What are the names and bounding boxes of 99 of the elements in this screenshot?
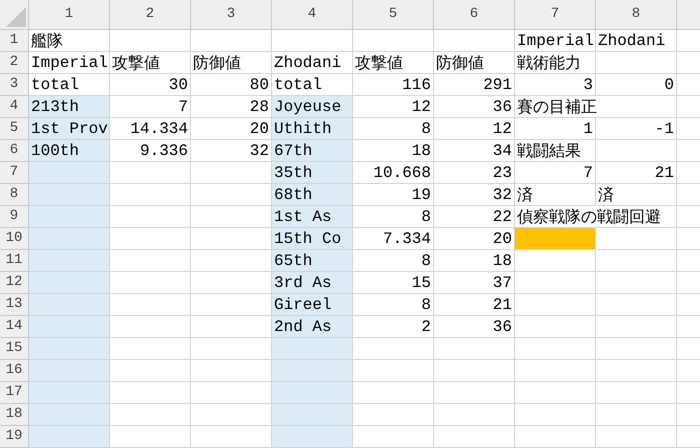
row-header[interactable]: 18 — [0, 404, 29, 426]
table-cell: total — [29, 74, 110, 96]
table-cell: 18 — [434, 250, 515, 272]
table-cell: 20 — [191, 118, 272, 140]
row-header[interactable]: 15 — [0, 338, 29, 360]
row-header[interactable]: 14 — [0, 316, 29, 338]
table-cell: 済 — [596, 184, 677, 206]
table-cell: 1st Prov — [29, 118, 110, 140]
table-cell: 8 — [353, 294, 434, 316]
table-cell: 67th — [272, 140, 353, 162]
row-header[interactable]: 4 — [0, 96, 29, 118]
table-cell: 36 — [434, 96, 515, 118]
table-cell: 291 — [434, 74, 515, 96]
table-cell: 28 — [191, 96, 272, 118]
table-cell: 12 — [434, 118, 515, 140]
table-cell: 3rd As — [272, 272, 353, 294]
table-cell: 18 — [353, 140, 434, 162]
row-header[interactable]: 10 — [0, 228, 29, 250]
table-cell: 戦闘結果 — [515, 140, 596, 162]
table-cell: 攻撃値 — [353, 52, 434, 74]
row-header[interactable]: 1 — [0, 30, 29, 52]
table-cell: Gireel — [272, 294, 353, 316]
table-cell: 艦隊 — [29, 30, 110, 52]
table-cell: Zhodani — [272, 52, 353, 74]
table-cell: 7.334 — [353, 228, 434, 250]
table-cell: 68th — [272, 184, 353, 206]
table-cell: total — [272, 74, 353, 96]
column-header[interactable]: 5 — [353, 0, 434, 30]
column-header[interactable]: 4 — [272, 0, 353, 30]
row-header[interactable]: 7 — [0, 162, 29, 184]
table-cell: 14.334 — [110, 118, 191, 140]
table-cell: 防御値 — [434, 52, 515, 74]
column-header[interactable] — [677, 0, 700, 30]
table-cell: 15 — [353, 272, 434, 294]
table-cell: 65th — [272, 250, 353, 272]
table-cell: 10.668 — [353, 162, 434, 184]
column-header[interactable]: 6 — [434, 0, 515, 30]
table-cell: 34 — [434, 140, 515, 162]
table-cell: 8 — [353, 118, 434, 140]
table-cell: 9.336 — [110, 140, 191, 162]
row-header[interactable]: 19 — [0, 426, 29, 448]
table-cell: 戦術能力 — [515, 52, 596, 74]
row-header[interactable]: 3 — [0, 74, 29, 96]
table-cell: Uthith — [272, 118, 353, 140]
table-cell: 80 — [191, 74, 272, 96]
table-cell: 32 — [191, 140, 272, 162]
table-cell: 7 — [515, 162, 596, 184]
row-header[interactable]: 9 — [0, 206, 29, 228]
table-cell: 2 — [353, 316, 434, 338]
table-cell: 32 — [434, 184, 515, 206]
table-cell: 2nd As — [272, 316, 353, 338]
column-header[interactable]: 3 — [191, 0, 272, 30]
row-header[interactable]: 11 — [0, 250, 29, 272]
table-cell: 21 — [434, 294, 515, 316]
table-cell: 20 — [434, 228, 515, 250]
table-cell: 36 — [434, 316, 515, 338]
row-header[interactable]: 8 — [0, 184, 29, 206]
select-all-icon[interactable] — [6, 7, 26, 27]
table-cell: Joyeuse — [272, 96, 353, 118]
row-header[interactable]: 12 — [0, 272, 29, 294]
table-cell: 213th — [29, 96, 110, 118]
table-cell: 攻撃値 — [110, 52, 191, 74]
table-cell: 1st As — [272, 206, 353, 228]
table-cell: 30 — [110, 74, 191, 96]
table-cell: 偵察戦隊の戦闘回避 — [515, 206, 677, 228]
row-header[interactable]: 16 — [0, 360, 29, 382]
row-header[interactable]: 2 — [0, 52, 29, 74]
table-cell: 23 — [434, 162, 515, 184]
table-cell: Zhodani — [596, 30, 677, 52]
table-cell: 100th — [29, 140, 110, 162]
table-cell: 37 — [434, 272, 515, 294]
table-cell: 12 — [353, 96, 434, 118]
row-header[interactable]: 5 — [0, 118, 29, 140]
table-cell: 22 — [434, 206, 515, 228]
table-cell: 116 — [353, 74, 434, 96]
table-cell: 35th — [272, 162, 353, 184]
row-header[interactable]: 13 — [0, 294, 29, 316]
table-cell: -1 — [596, 118, 677, 140]
table-cell: 15th Co — [272, 228, 353, 250]
column-header[interactable]: 1 — [29, 0, 110, 30]
row-header[interactable]: 17 — [0, 382, 29, 404]
table-cell: 8 — [353, 206, 434, 228]
table-cell: 3 — [515, 74, 596, 96]
table-cell: 7 — [110, 96, 191, 118]
row-header[interactable]: 6 — [0, 140, 29, 162]
table-cell: 21 — [596, 162, 677, 184]
column-header[interactable]: 7 — [515, 0, 596, 30]
table-cell: 19 — [353, 184, 434, 206]
column-header[interactable]: 2 — [110, 0, 191, 30]
table-cell: 防御値 — [191, 52, 272, 74]
table-cell: 賽の目補正 — [515, 96, 677, 118]
table-cell: Imperial — [515, 30, 596, 52]
table-cell: 0 — [596, 74, 677, 96]
table-cell: 1 — [515, 118, 596, 140]
table-cell: 8 — [353, 250, 434, 272]
column-header[interactable]: 8 — [596, 0, 677, 30]
corner-header[interactable] — [0, 0, 29, 30]
table-cell: 済 — [515, 184, 596, 206]
table-cell: Imperial — [29, 52, 110, 74]
